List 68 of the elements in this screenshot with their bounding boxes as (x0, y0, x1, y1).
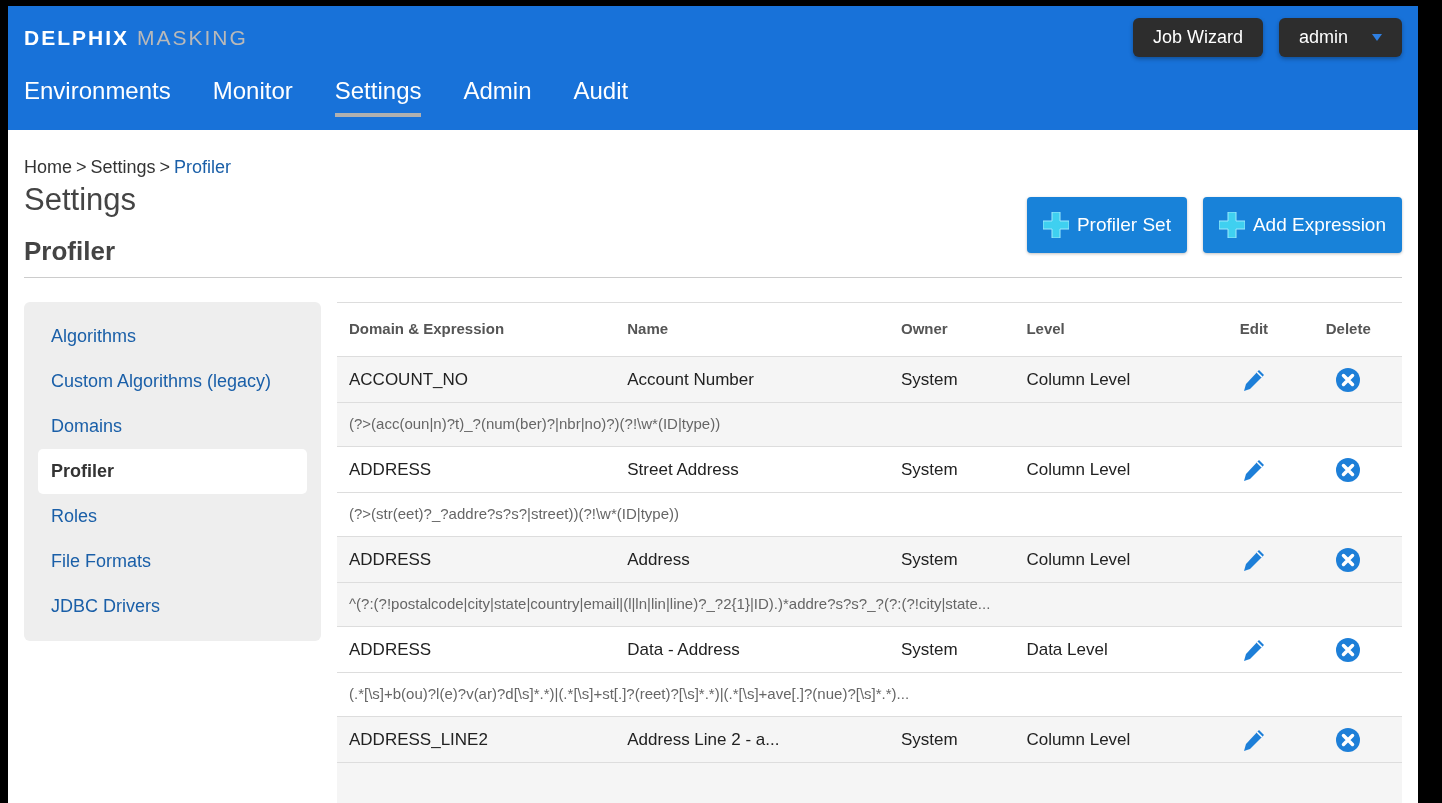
delete-icon[interactable] (1336, 548, 1361, 573)
sidebar-item[interactable]: File Formats (38, 539, 307, 585)
table-cell: ADDRESS_LINE2 (337, 716, 616, 763)
profiler-set-button[interactable]: Profiler Set (1026, 196, 1187, 254)
delete-icon[interactable] (1336, 728, 1361, 753)
user-menu-button[interactable]: admin (1278, 18, 1402, 57)
expression-text: (.*[\s]+b(ou)?l(e)?v(ar)?d[\s]*.*)|(.*[\s]+st[.]?(reet)?[\s]*.*)|(.*[\s]+ave[.]?(nue)?[\s]*.*)... (349, 685, 910, 703)
breadcrumb-item: Settings (90, 156, 156, 179)
table-cell: Street Address (615, 446, 889, 493)
nav-tab[interactable]: Admin (463, 73, 532, 117)
caret-icon (1372, 34, 1382, 41)
sidebar-item[interactable]: Algorithms (38, 314, 307, 360)
pencil-icon[interactable] (1241, 368, 1266, 393)
column-header: Edit (1213, 302, 1295, 357)
plus-icon (1218, 212, 1245, 239)
table-cell: Column Level (1014, 356, 1214, 403)
table-cell: Column Level (1014, 536, 1214, 583)
pencil-icon[interactable] (1241, 638, 1266, 663)
sidebar-item[interactable]: JDBC Drivers (38, 584, 307, 630)
column-header: Name (615, 302, 889, 357)
column-header: Level (1014, 302, 1214, 357)
table-cell: Address Line 2 - a... (615, 716, 889, 763)
sidebar-item[interactable]: Profiler (38, 449, 307, 495)
breadcrumb-separator: > (76, 156, 87, 179)
table-cell: Account Number (615, 356, 889, 403)
table-cell: ADDRESS (337, 626, 616, 673)
section-title: Profiler (24, 236, 117, 268)
delete-icon[interactable] (1336, 458, 1361, 483)
breadcrumb-link[interactable]: Profiler (174, 154, 232, 181)
expression-text: (?>(acc(oun|n)?t)_?(num(ber)?|nbr|no)?)(?!\w*(ID|type)) (349, 415, 721, 433)
table-cell: ADDRESS (337, 536, 616, 583)
nav-tab[interactable]: Environments (24, 73, 171, 117)
breadcrumb-separator: > (159, 156, 171, 179)
page-title: Settings (24, 181, 137, 219)
nav-tab[interactable]: Settings (334, 73, 422, 117)
table-cell: Column Level (1014, 716, 1214, 763)
nav-tab[interactable]: Monitor (212, 73, 293, 117)
brand-logo-text: DELPHIX (24, 26, 129, 49)
table-cell: Address (615, 536, 889, 583)
table-cell: System (889, 446, 1015, 493)
column-header: Owner (889, 302, 1015, 357)
table-cell: System (889, 716, 1015, 763)
column-header: Delete (1294, 302, 1402, 357)
table-cell: ACCOUNT_NO (337, 356, 616, 403)
sidebar-item[interactable]: Domains (38, 404, 307, 450)
table-cell: Column Level (1014, 446, 1214, 493)
table-cell: ADDRESS (337, 446, 616, 493)
add-expression-button[interactable]: Add Expression (1202, 196, 1402, 254)
table-cell: System (889, 536, 1015, 583)
table-cell: System (889, 356, 1015, 403)
table-cell: Data Level (1014, 626, 1214, 673)
expression-text: (?>(str(eet)?_?addre?s?s?|street))(?!\w*(ID|type)) (349, 505, 679, 523)
pencil-icon[interactable] (1241, 458, 1266, 483)
pencil-icon[interactable] (1241, 548, 1266, 573)
delete-icon[interactable] (1336, 368, 1361, 393)
table-cell: System (889, 626, 1015, 673)
column-header: Domain & Expression (337, 302, 616, 357)
sidebar-item[interactable]: Roles (38, 494, 307, 540)
plus-icon (1042, 212, 1069, 239)
brand-logo-subtext: MASKING (137, 26, 248, 49)
delete-icon[interactable] (1336, 638, 1361, 663)
sidebar-item[interactable]: Custom Algorithms (legacy) (38, 359, 307, 405)
pencil-icon[interactable] (1241, 728, 1266, 753)
job-wizard-button[interactable]: Job Wizard (1132, 18, 1263, 57)
nav-tab[interactable]: Audit (573, 73, 629, 117)
table-cell: Data - Address (615, 626, 889, 673)
breadcrumb-item: Home (24, 156, 72, 179)
expression-text: ^(?:(?!postalcode|city|state|country|email|(l|ln|lin|line)?_?2{1}|ID).)*addre?s?s?_?(?:(?!city|state... (349, 595, 991, 613)
